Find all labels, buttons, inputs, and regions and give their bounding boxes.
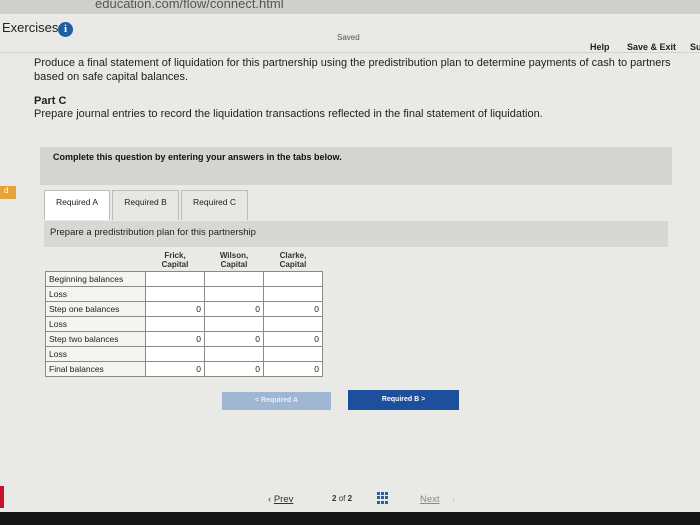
cell-input[interactable] xyxy=(263,286,323,302)
table-row: Loss xyxy=(45,346,323,362)
question-intro: Produce a final statement of liquidation… xyxy=(34,57,671,83)
grid-icon[interactable] xyxy=(377,492,390,504)
cell-input[interactable] xyxy=(263,316,323,332)
cell-input[interactable] xyxy=(145,346,205,362)
cell-value: 0 xyxy=(263,361,323,377)
cell-input[interactable] xyxy=(145,271,205,287)
info-icon[interactable]: i xyxy=(58,22,73,37)
cell-value: 0 xyxy=(145,331,205,347)
tab-required-c[interactable]: Required C xyxy=(181,190,248,220)
chevron-left-icon: ‹ xyxy=(268,494,272,505)
row-label: Loss xyxy=(45,286,146,302)
bottom-bar xyxy=(0,512,700,525)
table-row: Step one balances 0 0 0 xyxy=(45,301,323,317)
header-wilson: Wilson, Capital xyxy=(219,251,249,269)
header-clarke: Clarke, Capital xyxy=(279,251,307,269)
cell-input[interactable] xyxy=(204,346,264,362)
panel-title: Prepare a predistribution plan for this … xyxy=(50,227,256,238)
part-text: Prepare journal entries to record the li… xyxy=(34,108,543,120)
table-row: Step two balances 0 0 0 xyxy=(45,331,323,347)
cell-input[interactable] xyxy=(204,271,264,287)
row-label: Step one balances xyxy=(45,301,146,317)
cell-input[interactable] xyxy=(145,286,205,302)
cell-input[interactable] xyxy=(263,271,323,287)
browser-url-bar: education.com/flow/connect.html xyxy=(0,0,700,14)
current-page: 2 xyxy=(332,494,337,503)
cell-value: 0 xyxy=(145,301,205,317)
row-label: Final balances xyxy=(45,361,146,377)
table-row: Final balances 0 0 0 xyxy=(45,361,323,377)
cell-value: 0 xyxy=(263,301,323,317)
cell-input[interactable] xyxy=(263,346,323,362)
next-page-button[interactable]: Next xyxy=(420,494,440,505)
tab-required-a[interactable]: Required A xyxy=(44,190,110,220)
cell-input[interactable] xyxy=(204,286,264,302)
table-row: Loss xyxy=(45,316,323,332)
next-required-button[interactable]: Required B > xyxy=(348,390,459,410)
page-indicator: 2 of 2 xyxy=(332,494,352,503)
instructions-box: Complete this question by entering your … xyxy=(40,147,672,185)
prev-page-button[interactable]: ‹ Prev xyxy=(268,494,293,505)
cell-value: 0 xyxy=(263,331,323,347)
instructions-text: Complete this question by entering your … xyxy=(53,152,342,162)
total-pages: 2 xyxy=(347,494,353,503)
table-row: Beginning balances xyxy=(45,271,323,287)
table-row: Loss xyxy=(45,286,323,302)
saved-status: Saved xyxy=(337,33,360,42)
prev-required-button[interactable]: < Required A xyxy=(222,392,331,410)
section-title: Exercises xyxy=(2,20,59,35)
prev-label: Prev xyxy=(273,494,294,505)
row-label: Step two balances xyxy=(45,331,146,347)
cell-value: 0 xyxy=(204,331,264,347)
chevron-right-icon: › xyxy=(452,494,456,505)
row-label: Beginning balances xyxy=(45,271,146,287)
part-title: Part C xyxy=(34,95,67,107)
cell-input[interactable] xyxy=(145,316,205,332)
url-text: education.com/flow/connect.html xyxy=(95,0,284,11)
row-label: Loss xyxy=(45,316,146,332)
page-of: of xyxy=(338,494,346,503)
side-accent xyxy=(0,486,4,508)
cell-value: 0 xyxy=(145,361,205,377)
cell-value: 0 xyxy=(204,301,264,317)
row-label: Loss xyxy=(45,346,146,362)
header-frick: Frick, Capital xyxy=(161,251,189,269)
header-divider xyxy=(0,52,700,53)
cell-input[interactable] xyxy=(204,316,264,332)
save-exit-button[interactable]: Save & Exit xyxy=(627,42,676,52)
tab-required-b[interactable]: Required B xyxy=(112,190,179,220)
panel-header: Prepare a predistribution plan for this … xyxy=(44,221,668,247)
cell-value: 0 xyxy=(204,361,264,377)
header-blank xyxy=(46,249,146,272)
side-marker: d xyxy=(0,186,16,199)
predistribution-table: Frick, Capital Wilson, Capital Clarke, C… xyxy=(45,249,323,377)
submit-button[interactable]: Su xyxy=(690,42,700,52)
help-button[interactable]: Help xyxy=(590,42,610,52)
